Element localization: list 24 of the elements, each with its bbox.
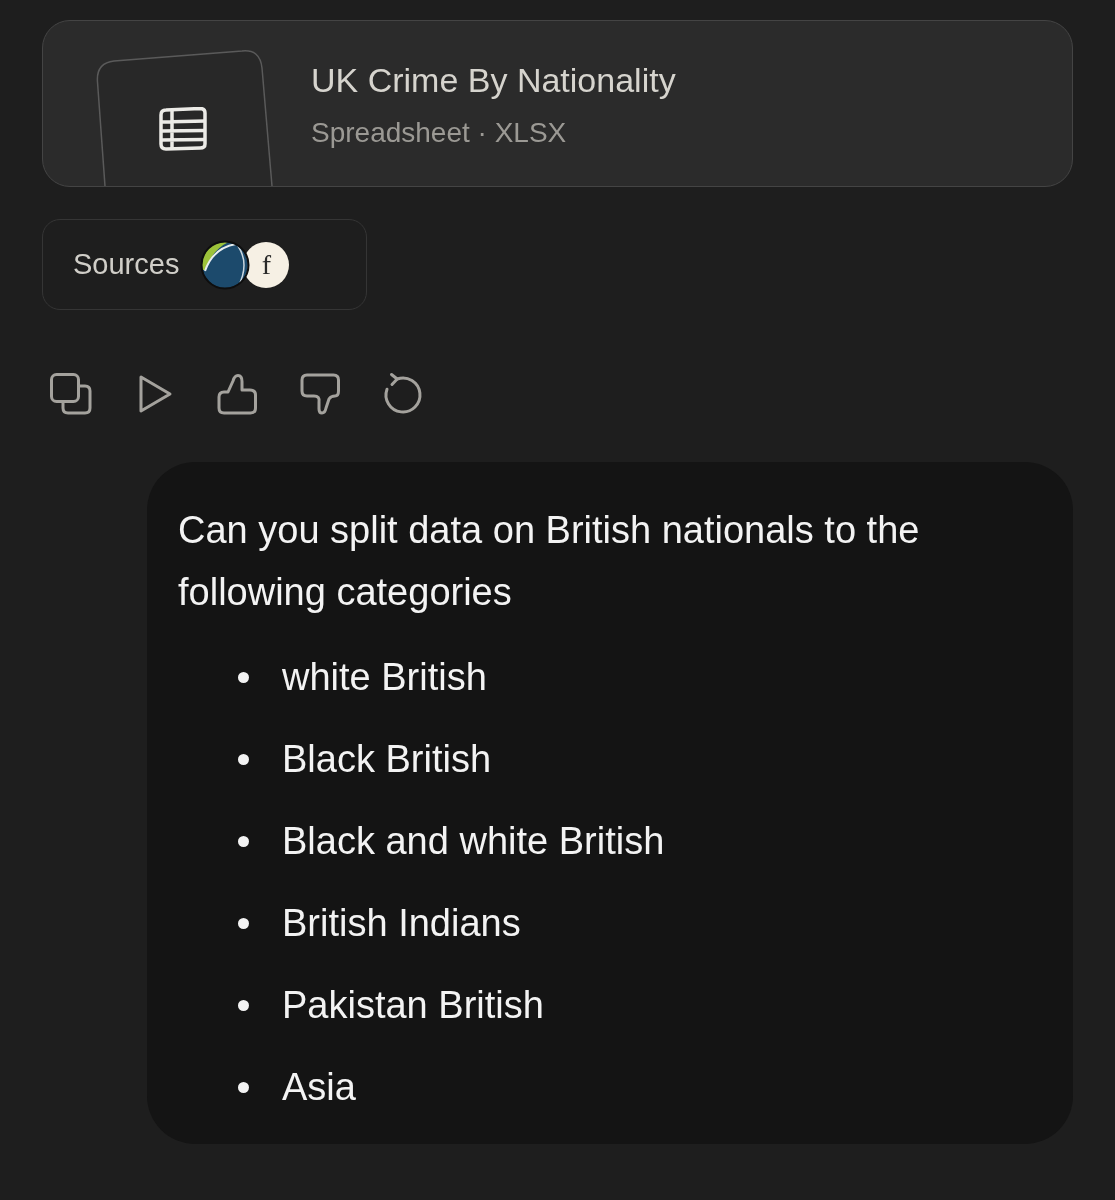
bullet-icon [238,753,249,765]
list-item: Black and white British [282,819,665,864]
file-attachment-card[interactable]: UK Crime By Nationality Spreadsheet · XLSX [42,20,1073,187]
file-type: Spreadsheet · XLSX [311,116,568,150]
file-title: UK Crime By Nationality [311,60,676,101]
list-item: British Indians [282,901,521,946]
list-item: Black British [282,737,492,782]
sources-button[interactable]: Sources f [42,219,367,310]
bullet-icon [238,917,249,929]
thumbs-up-button[interactable] [215,372,259,416]
bullet-icon [238,999,249,1011]
thumbs-up-icon [215,372,259,416]
list-item: white British [282,655,487,700]
thumbs-down-icon [298,372,342,416]
list-item: Asia [282,1065,356,1110]
copy-button[interactable] [49,372,93,416]
table-icon [157,107,209,151]
bullet-icon [238,1081,249,1093]
bullet-icon [238,835,249,847]
bullet-icon [238,671,249,683]
copy-icon [49,372,93,416]
list-item: Pakistan British [282,983,544,1028]
message-text: Can you split data on British nationals to the following categories [178,508,921,615]
thumbs-down-button[interactable] [298,372,342,416]
